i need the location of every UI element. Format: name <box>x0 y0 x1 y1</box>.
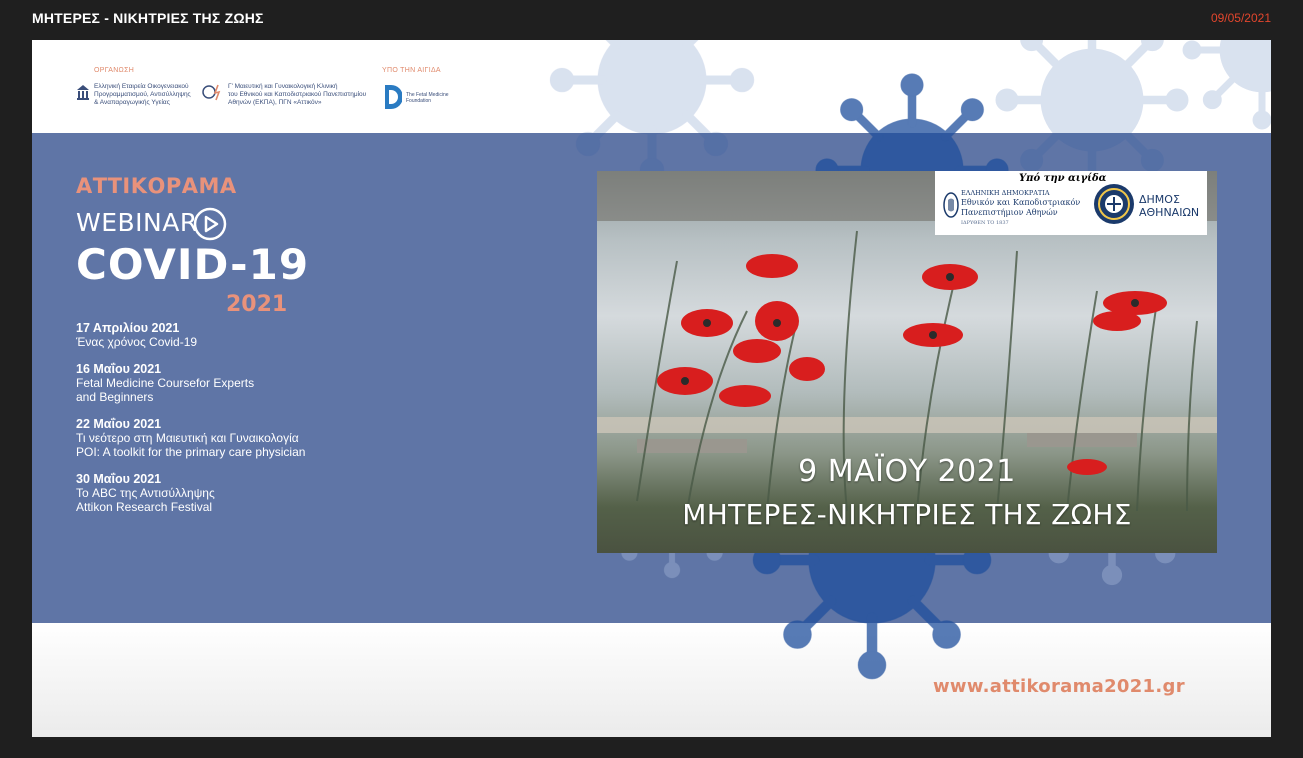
event-item: 30 Μαΐου 2021 Το ABC της Αντισύλληψης At… <box>76 472 396 514</box>
event-date: 30 Μαΐου 2021 <box>76 472 162 486</box>
event-poster: Υπό την αιγίδα ΕΛΛΗΝΙΚΗ ΔΗΜΟΚΡΑΤΙΑ Εθνικ… <box>597 171 1217 553</box>
university-line: ΕΛΛΗΝΙΚΗ ΔΗΜΟΚΡΑΤΙΑ <box>961 189 1050 197</box>
webinar-brand: ΑΤΤΙΚΟΡΑΜΑ WEBINAR COVID-19 2021 <box>76 174 308 317</box>
clinic-emblem-icon <box>202 84 221 101</box>
athens-city-emblem-icon <box>1094 184 1134 224</box>
brand-title: ΑΤΤΙΚΟΡΑΜΑ <box>76 174 237 198</box>
city-line: ΔΗΜΟΣ <box>1139 193 1180 206</box>
org1-line: Προγραμματισμού, Αντισύλληψης <box>94 91 191 98</box>
fmf-logo-icon <box>385 85 402 109</box>
building-icon <box>77 85 89 100</box>
brand-year: 2021 <box>226 292 288 317</box>
event-date: 17 Απριλίου 2021 <box>76 321 180 335</box>
org1-line: Ελληνική Εταιρεία Οικογενειακού <box>94 83 189 90</box>
page-title: ΜΗΤΕΡΕΣ - ΝΙΚΗΤΡΙΕΣ ΤΗΣ ΖΩΗΣ <box>32 10 264 26</box>
event-description: POI: A toolkit for the primary care phys… <box>76 445 306 459</box>
event-item: 16 Μαΐου 2021 Fetal Medicine Coursefor E… <box>76 362 396 404</box>
organizers-label: ΟΡΓΑΝΩΣΗ <box>94 67 135 74</box>
slide-image: ΟΡΓΑΝΩΣΗ Ελληνική Εταιρεία Οικογενειακού… <box>32 40 1271 737</box>
poster-date: 9 ΜΑΪΟΥ 2021 <box>798 454 1016 489</box>
event-date: 16 Μαΐου 2021 <box>76 362 162 376</box>
event-description: Attikon Research Festival <box>76 500 213 514</box>
org2-line: Γ' Μαιευτική και Γυναικολογική Κλινική <box>228 83 338 90</box>
poster-subtitle: ΜΗΤΕΡΕΣ-ΝΙΚΗΤΡΙΕΣ ΤΗΣ ΖΩΗΣ <box>682 498 1132 531</box>
org1-line: & Αναπαραγωγικής Υγείας <box>94 99 170 106</box>
city-name: ΔΗΜΟΣ ΑΘΗΝΑΙΩΝ <box>1139 193 1199 219</box>
event-item: 22 Μαΐου 2021 Τι νεότερο στη Μαιευτική κ… <box>76 417 396 459</box>
event-description: Fetal Medicine Coursefor Experts <box>76 376 255 390</box>
event-description: and Beginners <box>76 390 154 404</box>
patronage-label: ΥΠΟ ΤΗΝ ΑΙΓΙΔΑ <box>382 67 441 74</box>
event-item: 17 Απριλίου 2021 Ένας χρόνος Covid-19 <box>76 321 396 349</box>
university-line: Εθνικόν και Καποδιστριακόν <box>961 198 1081 207</box>
org-logo-fmf: The Fetal Medicine Foundation <box>382 82 449 112</box>
post-date: 09/05/2021 <box>1210 11 1271 25</box>
org-logo-eeoph: Ελληνική Εταιρεία Οικογενειακού Προγραμμ… <box>76 83 191 107</box>
university-line: Πανεπιστήμιον Αθηνών <box>961 208 1058 217</box>
patronage-box: Υπό την αιγίδα ΕΛΛΗΝΙΚΗ ΔΗΜΟΚΡΑΤΙΑ Εθνικ… <box>935 171 1207 235</box>
event-date: 22 Μαΐου 2021 <box>76 417 162 431</box>
event-description: Τι νεότερο στη Μαιευτική και Γυναικολογί… <box>76 431 299 445</box>
website-url: www.attikorama2021.gr <box>933 676 1185 697</box>
university-line: ΙΔΡΥΘΕΝ ΤΟ 1837 <box>961 220 1009 226</box>
brand-webinar: WEBINAR <box>76 208 198 237</box>
play-icon <box>193 207 227 241</box>
org-logo-attikon: Γ' Μαιευτική και Γυναικολογική Κλινική τ… <box>202 83 366 107</box>
university-name: ΕΛΛΗΝΙΚΗ ΔΗΜΟΚΡΑΤΙΑ Εθνικόν και Καποδιστ… <box>961 188 1080 228</box>
top-bar: ΜΗΤΕΡΕΣ - ΝΙΚΗΤΡΙΕΣ ΤΗΣ ΖΩΗΣ 09/05/2021 <box>0 0 1303 36</box>
city-line: ΑΘΗΝΑΙΩΝ <box>1139 206 1200 219</box>
org2-line: Αθηνών (ΕΚΠΑ), ΠΓΝ «Αττικόν» <box>228 99 322 106</box>
university-emblem-icon <box>943 192 959 218</box>
event-description: Το ABC της Αντισύλληψης <box>76 486 215 500</box>
event-description: Ένας χρόνος Covid-19 <box>76 335 198 349</box>
org3-line: Foundation <box>406 98 432 104</box>
org2-line: του Εθνικού και Καποδιστριακού Πανεπιστη… <box>228 91 367 98</box>
brand-covid: COVID-19 <box>76 240 310 289</box>
events-list: 17 Απριλίου 2021 Ένας χρόνος Covid-19 16… <box>76 321 396 527</box>
